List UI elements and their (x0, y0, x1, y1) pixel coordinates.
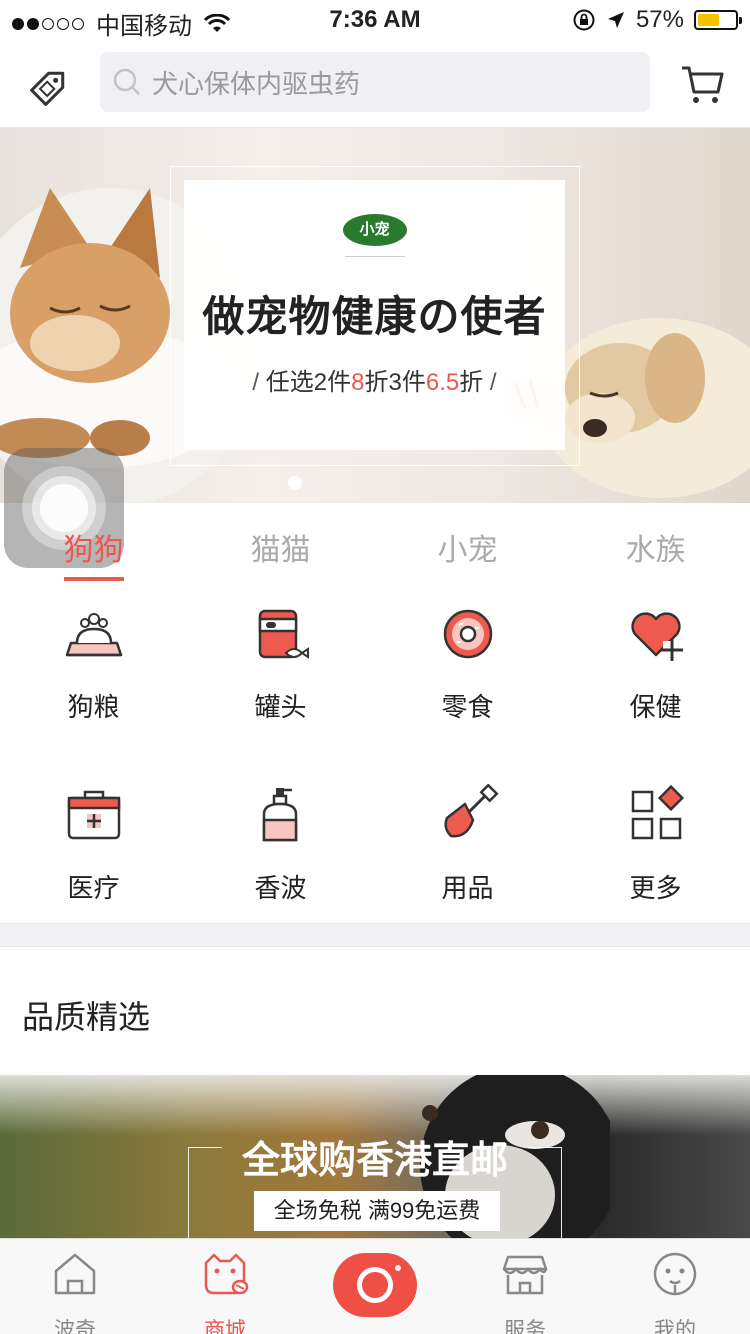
donut-icon (443, 609, 493, 659)
promo-highlight: 6.5 (425, 369, 460, 396)
tab-label: 我的 (654, 1319, 696, 1334)
heart-plus-icon (631, 612, 683, 661)
promo-text: 任选2件 (265, 369, 352, 396)
status-bar: 中国移动 7:36 AM 57% (0, 0, 750, 40)
search-icon (113, 68, 140, 95)
promo-frame-right (528, 1147, 562, 1245)
category-label: 香波 (254, 873, 307, 903)
camera-icon (357, 1267, 393, 1303)
medical-kit-icon (67, 790, 121, 840)
hero-banner[interactable]: 小宠 做宠物健康の使者 / 任选2件8折3件6.5折 / (0, 128, 750, 503)
camera-button[interactable] (333, 1253, 417, 1317)
shopping-cart-icon[interactable] (680, 62, 724, 106)
category-more[interactable]: 更多 (562, 764, 749, 934)
category-can[interactable]: 罐头 (187, 583, 374, 753)
category-label: 保健 (629, 692, 682, 722)
tab-cat[interactable]: 猫猫 (187, 525, 374, 569)
tab-service[interactable]: 服务 (450, 1249, 600, 1334)
shovel-icon (444, 784, 499, 838)
battery-percent: 57% (635, 6, 684, 33)
brand-logo: 小宠 (342, 214, 407, 246)
tab-label: 商城 (204, 1319, 246, 1334)
banner-card: 小宠 做宠物健康の使者 / 任选2件8折3件6.5折 / (184, 180, 565, 450)
tab-aquarium[interactable]: 水族 (562, 525, 749, 569)
divider (344, 256, 405, 257)
tab-label: 服务 (504, 1319, 546, 1334)
active-tab-indicator (64, 577, 124, 581)
category-snacks[interactable]: 零食 (374, 583, 561, 753)
category-label: 零食 (441, 692, 494, 722)
category-grid: 狗粮 罐头 零食 保健 医疗 香波 用品 更多 (0, 583, 750, 923)
promo-text: 折 (459, 369, 484, 396)
carousel-indicator[interactable] (288, 476, 302, 490)
category-label: 更多 (629, 873, 682, 903)
can-icon (258, 609, 309, 659)
search-input[interactable]: 犬心保体内驱虫药 (100, 52, 650, 112)
promo-text: 折3件 (364, 369, 426, 396)
shampoo-icon (262, 788, 298, 842)
tab-label: 波奇 (54, 1319, 96, 1334)
orientation-lock-icon (573, 9, 595, 31)
coupon-tag-icon[interactable] (24, 60, 76, 112)
house-icon (54, 1253, 96, 1295)
promo-subtitle: 全场免税 满99免运费 (254, 1191, 500, 1231)
dog-food-icon (65, 613, 123, 657)
category-dog-food[interactable]: 狗粮 (0, 583, 187, 753)
category-medical[interactable]: 医疗 (0, 764, 187, 934)
promo-highlight: 8 (351, 369, 365, 396)
promo-title: 全球购香港直邮 (241, 1140, 508, 1182)
category-label: 用品 (441, 873, 494, 903)
category-shampoo[interactable]: 香波 (187, 764, 374, 934)
tab-me[interactable]: 我的 (600, 1249, 750, 1334)
category-label: 罐头 (254, 692, 307, 722)
battery-icon (694, 10, 742, 30)
banner-promo: / 任选2件8折3件6.5折 / (252, 369, 497, 396)
promo-frame-left (188, 1147, 222, 1245)
tab-dog[interactable]: 狗狗 (0, 525, 187, 569)
search-placeholder: 犬心保体内驱虫药 (152, 68, 361, 99)
category-health[interactable]: 保健 (562, 583, 749, 753)
storefront-icon (502, 1255, 548, 1295)
cat-face-icon (204, 1253, 249, 1295)
smiley-profile-icon (653, 1252, 697, 1296)
top-nav: 犬心保体内驱虫药 (0, 40, 750, 128)
tab-small-pet[interactable]: 小宠 (374, 525, 561, 569)
tab-home[interactable]: 波奇 (0, 1249, 150, 1334)
category-label: 狗粮 (67, 692, 120, 722)
bottom-tab-bar: 波奇 商城 服务 我的 (0, 1238, 750, 1334)
section-separator (0, 923, 750, 947)
pet-category-tabs: 狗狗 猫猫 小宠 水族 (0, 503, 750, 583)
section-title: 品质精选 (22, 999, 151, 1035)
location-arrow-icon (607, 12, 624, 28)
banner-slogan: 做宠物健康の使者 (202, 293, 547, 340)
more-grid-icon (631, 784, 685, 840)
tab-mall[interactable]: 商城 (150, 1249, 300, 1334)
category-supplies[interactable]: 用品 (374, 764, 561, 934)
category-label: 医疗 (67, 873, 120, 903)
promo-banner[interactable]: 全球购香港直邮 全场免税 满99免运费 (0, 1075, 750, 1245)
